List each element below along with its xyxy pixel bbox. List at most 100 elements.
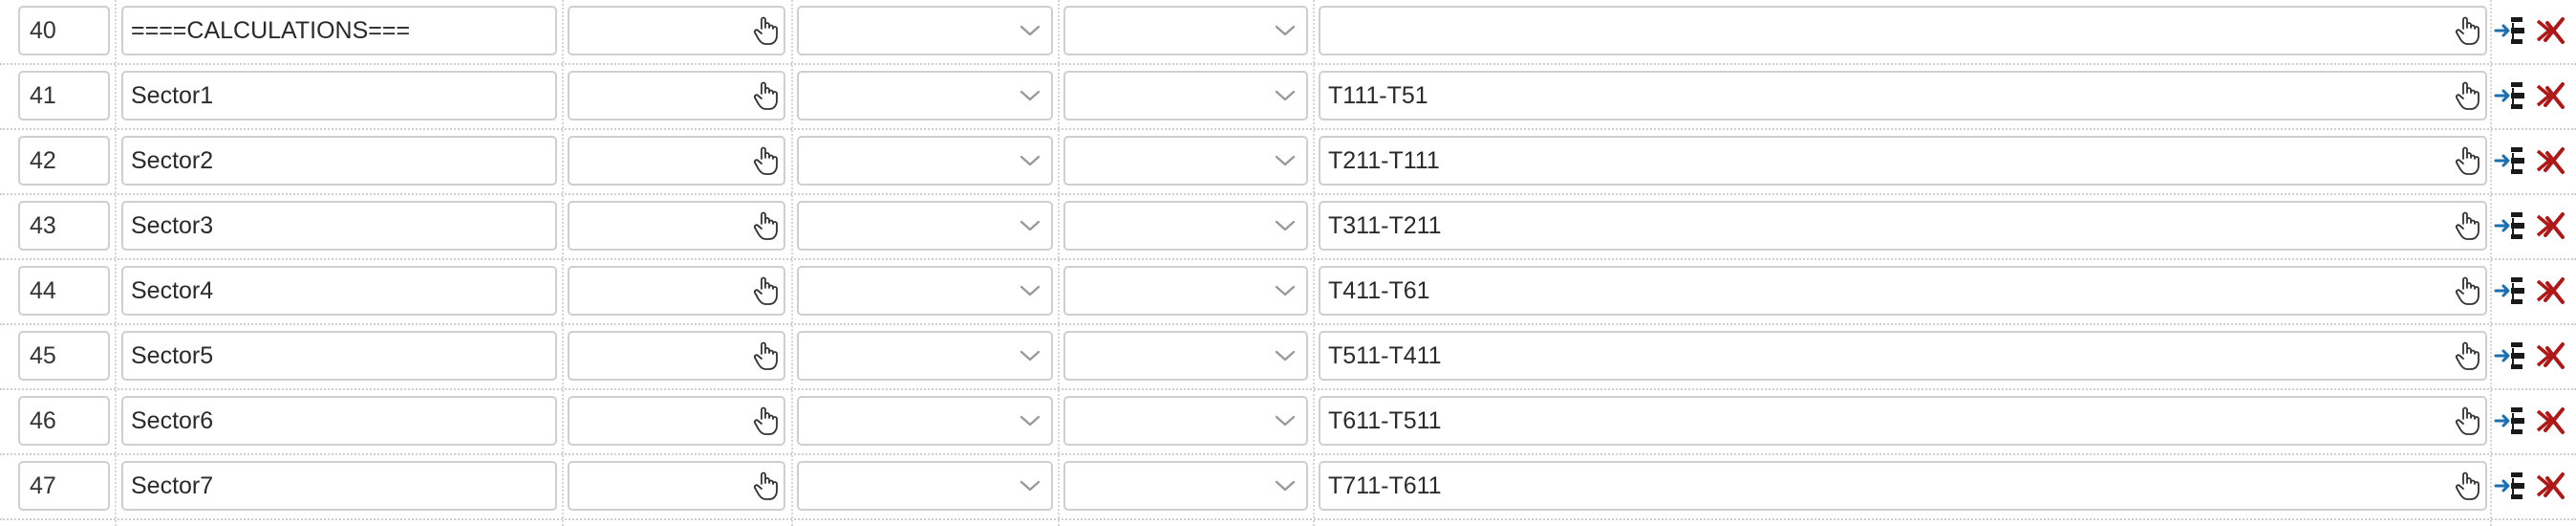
picker-field[interactable] (568, 71, 785, 121)
dropdown-select-2[interactable] (1063, 396, 1308, 446)
dropdown-select-2[interactable] (1063, 136, 1308, 186)
hand-pointer-icon[interactable] (753, 145, 778, 176)
picker-field[interactable] (568, 331, 785, 381)
dropdown-select-2[interactable] (1063, 201, 1308, 251)
hand-pointer-icon[interactable] (2455, 145, 2479, 176)
hand-pointer-icon[interactable] (753, 210, 778, 241)
row-name-field[interactable]: Sector1 (121, 71, 557, 121)
delete-row-icon[interactable] (2534, 469, 2568, 503)
dropdown-select-2[interactable] (1063, 461, 1308, 511)
row-name-field[interactable]: Sector5 (121, 331, 557, 381)
chevron-down-icon (1275, 415, 1296, 427)
dropdown-select-1[interactable] (797, 136, 1053, 186)
formula-field[interactable] (1319, 6, 2487, 55)
row-name-value: Sector3 (131, 212, 214, 239)
formula-value: T411-T61 (1328, 277, 1430, 304)
hand-pointer-icon[interactable] (753, 471, 778, 501)
picker-field[interactable] (568, 461, 785, 511)
row-actions (2494, 143, 2574, 178)
table-row: 46 Sector6 T611-T511 (0, 390, 2576, 455)
row-number-field[interactable]: 45 (18, 331, 110, 381)
dropdown-select-1[interactable] (797, 71, 1053, 121)
row-number-value: 46 (30, 407, 56, 434)
delete-row-icon[interactable] (2534, 208, 2568, 243)
row-name-field[interactable]: Sector6 (121, 396, 557, 446)
insert-row-icon[interactable] (2494, 13, 2528, 48)
hand-pointer-icon[interactable] (753, 275, 778, 306)
row-number-field[interactable]: 40 (18, 6, 110, 55)
row-name-value: Sector1 (131, 82, 214, 109)
hand-pointer-icon[interactable] (2455, 80, 2479, 111)
hand-pointer-icon[interactable] (753, 405, 778, 436)
formula-field[interactable]: T411-T61 (1319, 266, 2487, 316)
dropdown-select-1[interactable] (797, 201, 1053, 251)
table-row: 40 ====CALCULATIONS=== (0, 0, 2576, 65)
chevron-down-icon (1275, 90, 1296, 101)
formula-field[interactable]: T111-T51 (1319, 71, 2487, 121)
hand-pointer-icon[interactable] (2455, 15, 2479, 46)
row-number-field[interactable]: 46 (18, 396, 110, 446)
picker-field[interactable] (568, 266, 785, 316)
insert-row-icon[interactable] (2494, 208, 2528, 243)
hand-pointer-icon[interactable] (2455, 210, 2479, 241)
hand-pointer-icon[interactable] (2455, 275, 2479, 306)
formula-field[interactable]: T711-T611 (1319, 461, 2487, 511)
row-number-value: 44 (30, 277, 56, 304)
picker-field[interactable] (568, 201, 785, 251)
formula-value: T111-T51 (1328, 82, 1428, 109)
row-number-field[interactable]: 42 (18, 136, 110, 186)
formula-field[interactable]: T211-T111 (1319, 136, 2487, 186)
hand-pointer-icon[interactable] (2455, 471, 2479, 501)
hand-pointer-icon[interactable] (2455, 405, 2479, 436)
formula-field[interactable]: T311-T211 (1319, 201, 2487, 251)
insert-row-icon[interactable] (2494, 404, 2528, 438)
dropdown-select-2[interactable] (1063, 6, 1308, 55)
hand-pointer-icon[interactable] (2455, 340, 2479, 371)
dropdown-select-1[interactable] (797, 331, 1053, 381)
row-number-value: 43 (30, 212, 56, 239)
hand-pointer-icon[interactable] (753, 15, 778, 46)
dropdown-select-2[interactable] (1063, 266, 1308, 316)
dropdown-select-1[interactable] (797, 396, 1053, 446)
delete-row-icon[interactable] (2534, 339, 2568, 373)
delete-row-icon[interactable] (2534, 404, 2568, 438)
formula-value: T211-T111 (1328, 147, 1440, 174)
dropdown-select-1[interactable] (797, 6, 1053, 55)
insert-row-icon[interactable] (2494, 469, 2528, 503)
dropdown-select-2[interactable] (1063, 71, 1308, 121)
dropdown-select-2[interactable] (1063, 331, 1308, 381)
insert-row-icon[interactable] (2494, 143, 2528, 178)
dropdown-select-1[interactable] (797, 461, 1053, 511)
row-number-field[interactable]: 41 (18, 71, 110, 121)
chevron-down-icon (1275, 285, 1296, 296)
row-name-field[interactable]: Sector3 (121, 201, 557, 251)
hand-pointer-icon[interactable] (753, 80, 778, 111)
row-name-field[interactable]: Sector2 (121, 136, 557, 186)
row-number-field[interactable]: 44 (18, 266, 110, 316)
delete-row-icon[interactable] (2534, 13, 2568, 48)
row-number-field[interactable]: 47 (18, 461, 110, 511)
delete-row-icon[interactable] (2534, 143, 2568, 178)
insert-row-icon[interactable] (2494, 78, 2528, 113)
formula-field[interactable]: T611-T511 (1319, 396, 2487, 446)
dropdown-select-1[interactable] (797, 266, 1053, 316)
delete-row-icon[interactable] (2534, 274, 2568, 308)
picker-field[interactable] (568, 396, 785, 446)
chevron-down-icon (1020, 350, 1041, 362)
row-number-field[interactable]: 43 (18, 201, 110, 251)
row-name-field[interactable]: Sector4 (121, 266, 557, 316)
picker-field[interactable] (568, 6, 785, 55)
chevron-down-icon (1020, 480, 1041, 492)
row-name-field[interactable]: Sector7 (121, 461, 557, 511)
insert-row-icon[interactable] (2494, 339, 2528, 373)
row-name-field[interactable]: ====CALCULATIONS=== (121, 6, 557, 55)
row-actions (2494, 404, 2574, 438)
row-actions (2494, 469, 2574, 503)
insert-row-icon[interactable] (2494, 274, 2528, 308)
picker-field[interactable] (568, 136, 785, 186)
table-row: 42 Sector2 T211-T111 (0, 130, 2576, 195)
formula-field[interactable]: T511-T411 (1319, 331, 2487, 381)
row-actions (2494, 274, 2574, 308)
hand-pointer-icon[interactable] (753, 340, 778, 371)
delete-row-icon[interactable] (2534, 78, 2568, 113)
